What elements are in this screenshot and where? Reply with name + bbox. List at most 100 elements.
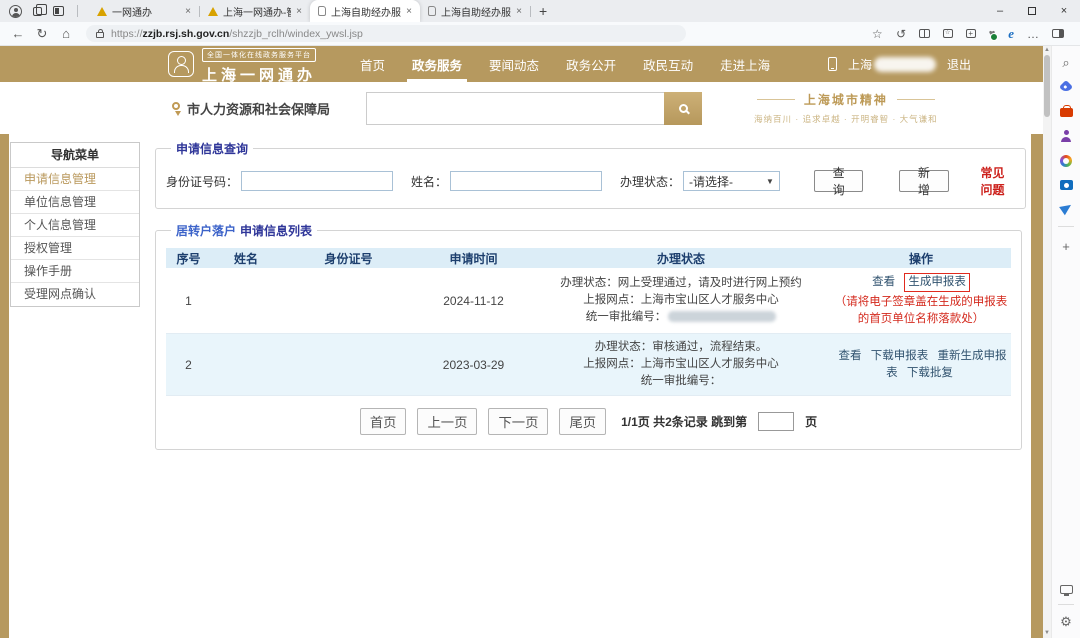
browser-profile-avatar[interactable] (9, 5, 22, 18)
browser-tab-2[interactable]: 上海一网通办-智能检索 × (200, 0, 310, 22)
more-options-icon[interactable]: … (1027, 28, 1039, 40)
main-content: 申请信息查询 身份证号码： 姓名： 办理状态： -请选择- ▼ 查询 (155, 140, 1022, 463)
mobile-phone-icon[interactable] (828, 57, 837, 71)
view-link[interactable]: 查看 (872, 276, 895, 288)
home-icon[interactable]: ⌂ (56, 26, 76, 41)
sidebar-panel-icon[interactable] (1052, 29, 1064, 38)
jump-page-input[interactable] (758, 412, 794, 431)
browser-tab-1[interactable]: 一网通办 × (89, 0, 199, 22)
outlook-icon[interactable] (1060, 180, 1073, 190)
scroll-down-icon[interactable]: ▼ (1043, 630, 1051, 636)
scrollbar-thumb[interactable] (1044, 55, 1050, 117)
tab-close-icon[interactable]: × (185, 6, 191, 17)
first-page-button[interactable]: 首页 (360, 408, 407, 435)
tab-close-icon[interactable]: × (516, 6, 522, 17)
restore-icon (1028, 7, 1036, 15)
approval-number-redacted (668, 311, 776, 322)
workspaces-screen-icon[interactable] (1060, 585, 1073, 594)
browser-essentials-icon[interactable]: ♥ (989, 28, 996, 40)
refresh-icon[interactable]: ↻ (32, 26, 52, 42)
ie-mode-icon[interactable]: e (1008, 26, 1014, 42)
prev-page-button[interactable]: 上一页 (417, 408, 477, 435)
collections-icon[interactable]: ☆ (943, 29, 953, 38)
site-page: 全国一体化在线政务服务平台 上海一网通办 首页 政务服务 要闻动态 政务公开 政… (0, 46, 1043, 638)
nav-home[interactable]: 首页 (360, 46, 385, 82)
shopping-icon[interactable] (1059, 80, 1073, 94)
table-row-1: 1 2024-11-12 办理状态：网上受理通过，请及时进行网上预约 上报网点：… (166, 268, 1011, 334)
logout-link[interactable]: 退出 (947, 56, 971, 73)
restore-button[interactable] (1016, 0, 1048, 22)
nav-government-services[interactable]: 政务服务 (412, 46, 462, 82)
address-bar[interactable]: https://zzjb.rsj.sh.gov.cn/shzzjb_rclh/w… (86, 25, 686, 42)
next-page-button[interactable]: 下一页 (488, 408, 548, 435)
add-button[interactable]: 新增 (899, 170, 948, 192)
divider (1058, 226, 1074, 227)
workspaces-icon[interactable] (33, 7, 42, 16)
settings-gear-icon[interactable]: ⚙ (1060, 615, 1072, 628)
close-button[interactable]: × (1048, 0, 1080, 22)
nav-about-shanghai[interactable]: 走进上海 (720, 46, 770, 82)
user-account[interactable]: 上海 (848, 56, 936, 73)
favorite-star-icon[interactable]: ☆ (872, 28, 883, 40)
status-select[interactable]: -请选择- ▼ (683, 171, 780, 191)
name-label: 姓名： (411, 173, 447, 190)
list-fieldset: 居转户落户申请信息列表 序号 姓名 身份证号 申请时间 (155, 222, 1022, 450)
tab-groups-icon[interactable]: + (966, 29, 976, 38)
new-tab-button[interactable]: + (539, 3, 547, 19)
site-logo[interactable]: 全国一体化在线政务服务平台 上海一网通办 (168, 44, 316, 85)
microsoft-365-icon[interactable] (1060, 155, 1072, 167)
cell-date: 2024-11-12 (416, 268, 531, 334)
tab-close-icon[interactable]: × (406, 6, 412, 17)
divider (77, 5, 78, 17)
minimize-button[interactable]: – (984, 0, 1016, 22)
download-declaration-link[interactable]: 下载申报表 (871, 350, 929, 362)
col-ops: 操作 (831, 248, 1011, 268)
sidebar-item-manual[interactable]: 操作手册 (11, 260, 139, 283)
browser-tab-3-active[interactable]: 上海自助经办服务大厅 × (310, 0, 420, 22)
tab-close-icon[interactable]: × (296, 6, 302, 17)
col-id: 身份证号 (281, 248, 416, 268)
last-page-button[interactable]: 尾页 (559, 408, 606, 435)
site-header: 全国一体化在线政务服务平台 上海一网通办 首页 政务服务 要闻动态 政务公开 政… (0, 46, 1043, 82)
sidebar-item-service-point[interactable]: 受理网点确认 (11, 283, 139, 306)
site-search-input[interactable] (366, 92, 664, 125)
nav-news[interactable]: 要闻动态 (489, 46, 539, 82)
site-lock-icon[interactable] (96, 32, 104, 38)
nav-open-government[interactable]: 政务公开 (566, 46, 616, 82)
download-approval-link[interactable]: 下载批复 (907, 367, 953, 379)
query-button[interactable]: 查询 (814, 170, 863, 192)
signature-note: （请将电子签章盖在生成的申报表的首页单位名称落款处） (833, 294, 1009, 328)
add-sidebar-item-icon[interactable]: + (1062, 240, 1070, 253)
page-scrollbar[interactable]: ▲ ▼ (1043, 46, 1051, 638)
sync-icon[interactable]: ↻ (896, 28, 906, 40)
site-search-button[interactable] (664, 92, 702, 125)
user-name-prefix: 上海 (848, 56, 872, 73)
browser-tab-4[interactable]: 上海自助经办服务大厅 × (420, 0, 530, 22)
decorative-line (897, 99, 935, 100)
pagination-info: 1/1页 共2条记录 跳到第 (621, 413, 747, 430)
view-link[interactable]: 查看 (839, 350, 862, 362)
cell-id (281, 334, 416, 396)
motto-text: 海纳百川 · 追求卓越 · 开明睿智 · 大气谦和 (754, 113, 938, 125)
cell-name (211, 268, 281, 334)
games-icon[interactable] (1060, 130, 1072, 142)
status-label: 办理状态： (620, 173, 680, 190)
drop-icon[interactable] (1059, 201, 1074, 216)
scroll-up-icon[interactable]: ▲ (1043, 47, 1051, 53)
nav-interaction[interactable]: 政民互动 (643, 46, 693, 82)
search-icon[interactable]: ⌕ (1062, 56, 1069, 69)
generate-declaration-link[interactable]: 生成申报表 (904, 273, 970, 292)
bureau-selector[interactable]: 市人力资源和社会保障局 (172, 99, 330, 118)
sidebar-item-personal-info[interactable]: 个人信息管理 (11, 214, 139, 237)
sidebar-item-authorization[interactable]: 授权管理 (11, 237, 139, 260)
faq-link[interactable]: 常见问题 (981, 164, 1016, 198)
id-number-input[interactable] (241, 171, 393, 191)
back-icon[interactable]: ← (8, 26, 28, 41)
name-input[interactable] (450, 171, 602, 191)
tab-actions-icon[interactable] (53, 6, 64, 16)
toolbox-icon[interactable] (1060, 108, 1073, 117)
split-screen-icon[interactable] (919, 29, 930, 38)
list-legend: 居转户落户申请信息列表 (171, 222, 317, 239)
sidebar-item-unit-info[interactable]: 单位信息管理 (11, 191, 139, 214)
sidebar-item-application-info[interactable]: 申请信息管理 (11, 168, 139, 191)
